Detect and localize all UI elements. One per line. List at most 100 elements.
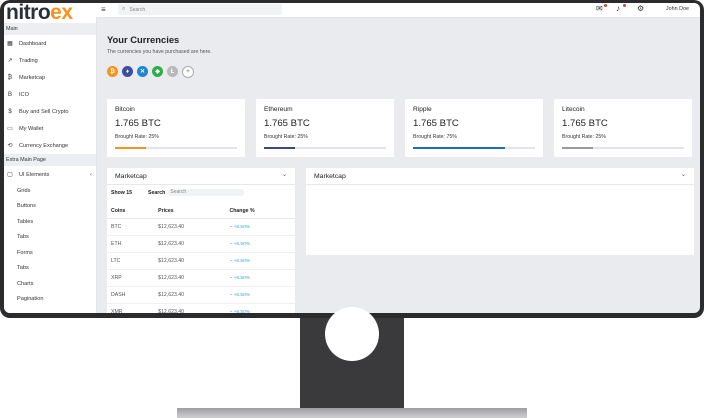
table-row[interactable]: BTC $12,623.40 ~ +6.50%: [107, 218, 295, 236]
bell-badge: [623, 4, 626, 7]
card-amount: 1.765 BTC: [264, 118, 310, 129]
panel-title: Marketcap: [314, 173, 346, 180]
sidebar-subitem[interactable]: Forms: [4, 245, 96, 261]
table-cell: ~ +6.50%: [225, 235, 295, 253]
chevron-left-icon: ‹: [90, 171, 92, 178]
card-rate: Brought Rate: 25%: [264, 134, 308, 140]
progress-fill: [264, 147, 295, 149]
table-row[interactable]: ETH $12,623.40 ~ +6.50%: [107, 235, 295, 253]
show-entries[interactable]: Show 15: [111, 190, 132, 196]
progress-fill: [562, 147, 593, 149]
progress-track: [413, 147, 535, 149]
table-cell: ~ +6.50%: [225, 218, 295, 236]
sidebar-item-dashboard[interactable]: ▦ Dashboard: [4, 35, 96, 52]
chevron-down-icon[interactable]: ⌄: [282, 171, 287, 178]
bell-icon[interactable]: ♪: [616, 4, 620, 13]
sidebar-item-label: UI Elements: [19, 171, 50, 178]
stand-cutout: [325, 307, 379, 361]
trend-icon: ↗: [7, 58, 13, 64]
monitor-base: [177, 408, 527, 418]
coin-list: ₿ ♦ ✕ ◆ Ł +: [107, 66, 194, 78]
sidebar-subitem[interactable]: Tabs: [4, 230, 96, 246]
ethereum-icon[interactable]: ♦: [122, 66, 133, 77]
column-header[interactable]: Change %: [225, 204, 295, 219]
sidebar-item-label: Currency Exchange: [19, 142, 69, 149]
currency-card-ethereum[interactable]: Ethereum 1.765 BTC Brought Rate: 25%: [256, 99, 394, 157]
search-input[interactable]: ⌕ Search: [118, 4, 282, 15]
sidebar-item-ui-elements[interactable]: ▢ UI Elements ‹: [4, 166, 96, 183]
sidebar-item-buy-and-sell-crypto[interactable]: $ Buy and Sell Crypto: [4, 103, 96, 120]
progress-fill: [115, 147, 146, 149]
table-row[interactable]: XRP $12,623.40 ~ +6.50%: [107, 269, 295, 287]
table-cell: ~ +6.50%: [225, 269, 295, 287]
sidebar-subitem[interactable]: Buttons: [4, 199, 96, 215]
bitcoin-b-icon: B: [7, 91, 12, 98]
table-cell: $12,623.40: [154, 218, 226, 236]
progress-track: [562, 147, 684, 149]
monitor-stand: [300, 307, 404, 408]
sidebar-subitem[interactable]: Pagination: [4, 292, 96, 308]
sidebar-item-marketcap[interactable]: ₿ Marketcap: [4, 69, 96, 86]
table-row[interactable]: LTC $12,623.40 ~ +6.50%: [107, 252, 295, 270]
table-cell: XMR: [107, 303, 155, 313]
ripple-icon[interactable]: ✕: [137, 66, 148, 77]
page-subtitle: The currencies you have purchased are he…: [107, 49, 212, 55]
column-header[interactable]: Prices: [154, 204, 226, 219]
exchange-icon: ⟲: [7, 143, 13, 149]
bitcoin-icon[interactable]: ₿: [107, 66, 118, 77]
chevron-down-icon[interactable]: ⌄: [681, 171, 686, 178]
sidebar-item-currency-exchange[interactable]: ⟲ Currency Exchange: [4, 137, 96, 154]
monitor-frame: nitro ex Main ▦ Dashboard ↗ Trading ₿ Marketca…: [0, 0, 704, 318]
sidebar-item-trading[interactable]: ↗ Trading: [4, 52, 96, 69]
table-search-input[interactable]: Search: [168, 189, 245, 196]
progress-track: [264, 147, 386, 149]
progress-track: [115, 147, 237, 149]
card-name: Ripple: [413, 106, 432, 113]
litecoin-icon[interactable]: Ł: [167, 66, 178, 77]
column-header[interactable]: Coins: [107, 204, 155, 219]
mail-icon[interactable]: ✉: [596, 4, 603, 13]
add-coin-icon[interactable]: +: [182, 66, 194, 78]
user-name[interactable]: John Doe: [666, 6, 689, 12]
table-controls: Show 15 Search Search: [111, 189, 245, 196]
sidebar-item-label: Marketcap: [19, 74, 46, 81]
panel-title: Marketcap: [115, 173, 147, 180]
card-rate: Brought Rate: 25%: [562, 134, 606, 140]
table-cell: $12,623.40: [154, 252, 226, 270]
card-name: Bitcoin: [115, 106, 135, 113]
dashboard-icon: ▦: [7, 41, 13, 47]
sidebar-item-label: Buy and Sell Crypto: [19, 108, 69, 115]
table-cell: DASH: [107, 286, 155, 304]
marketcap-table-panel: Marketcap ⌄ Show 15 Search Search Coins P…: [107, 168, 295, 313]
square-icon: ▢: [7, 172, 13, 178]
card-amount: 1.765 BTC: [413, 118, 459, 129]
currency-card-bitcoin[interactable]: Bitcoin 1.765 BTC Brought Rate: 25%: [107, 99, 245, 157]
screen: nitro ex Main ▦ Dashboard ↗ Trading ₿ Marketca…: [4, 3, 700, 313]
sidebar-item-my-wallet[interactable]: ▭ My Wallet: [4, 120, 96, 137]
dollar-icon: $: [8, 108, 12, 115]
table-row[interactable]: DASH $12,623.40 ~ +6.50%: [107, 286, 295, 304]
currency-card-litecoin[interactable]: Litecoin 1.765 BTC Brought Rate: 25%: [554, 99, 692, 157]
sidebar-subitem[interactable]: Grids: [4, 183, 96, 199]
table-cell: $12,623.40: [154, 269, 226, 287]
green-coin-icon[interactable]: ◆: [152, 66, 163, 77]
mail-badge: [604, 4, 607, 7]
table-cell: ~ +6.50%: [225, 252, 295, 270]
bitcoin-icon: ₿: [7, 74, 13, 81]
table-cell: ETH: [107, 235, 155, 253]
table-cell: $12,623.40: [154, 286, 226, 304]
logo[interactable]: nitro ex: [4, 3, 96, 24]
table-row[interactable]: XMR $12,623.40 ~ +6.50%: [107, 303, 295, 313]
sidebar-subitem[interactable]: Charts: [4, 276, 96, 292]
search-icon: ⌕: [122, 6, 126, 12]
currency-card-ripple[interactable]: Ripple 1.765 BTC Brought Rate: 75%: [405, 99, 543, 157]
sidebar-subitem[interactable]: Tabs: [4, 261, 96, 277]
sidebar-subitem[interactable]: Tables: [4, 214, 96, 230]
gear-icon[interactable]: ⚙: [637, 4, 644, 13]
table-cell: $12,623.40: [154, 235, 226, 253]
sidebar-item-ico[interactable]: B ICO: [4, 86, 96, 103]
table-cell: ~ +6.50%: [225, 286, 295, 304]
table-cell: XRP: [107, 269, 155, 287]
page-title: Your Currencies: [107, 34, 180, 45]
menu-toggle-icon[interactable]: ≡: [101, 5, 106, 14]
